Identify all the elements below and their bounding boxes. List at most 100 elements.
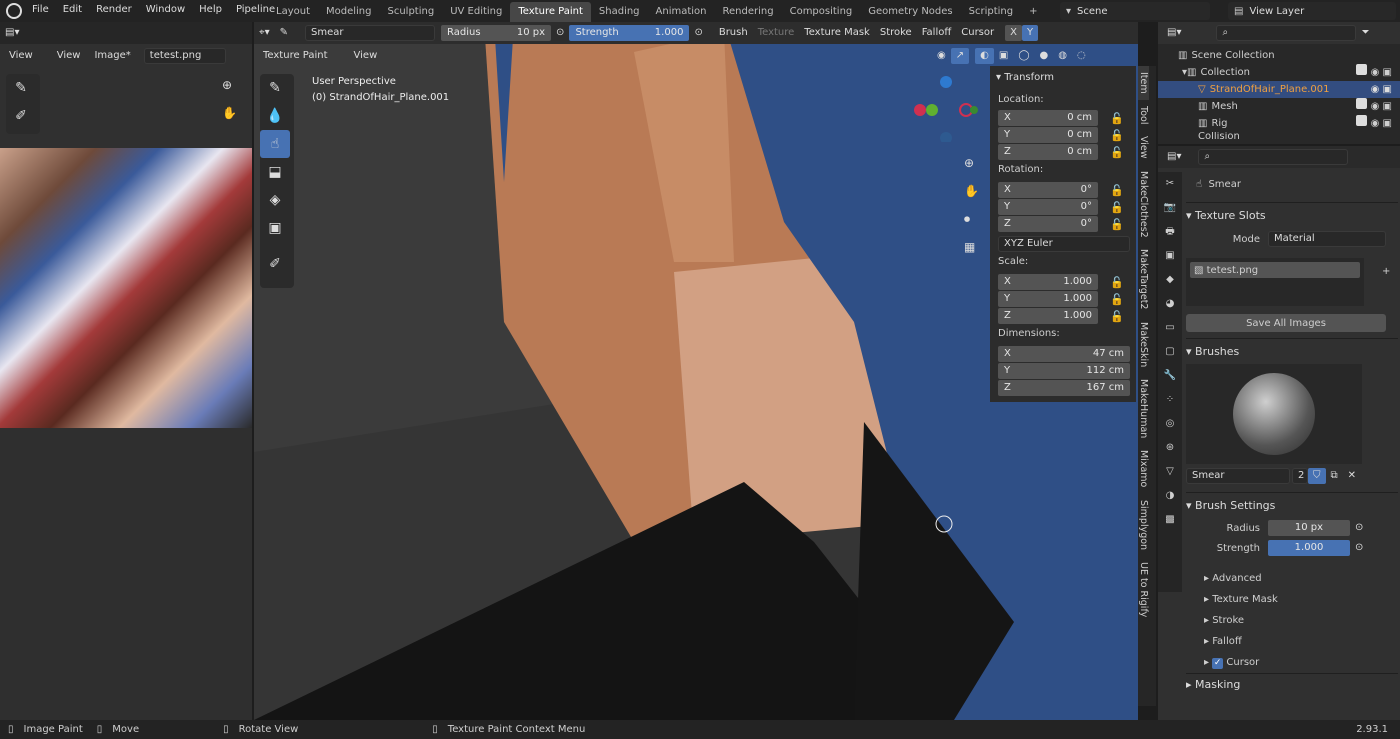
dimension-y-field[interactable]: Y 112 cm [998, 363, 1130, 379]
properties-search-input[interactable]: ⌕ [1198, 149, 1349, 165]
tab-compositing[interactable]: Compositing [782, 2, 861, 22]
add-workspace-icon[interactable]: + [1021, 2, 1045, 22]
tab-geometry-nodes[interactable]: Geometry Nodes [860, 2, 960, 22]
brush-name-field[interactable]: Smear [305, 25, 436, 41]
tab-scripting[interactable]: Scripting [961, 2, 1021, 22]
view-layer-tab-icon[interactable]: ▣ [1158, 244, 1182, 268]
gizmo-icon[interactable]: ↗ [950, 48, 970, 64]
tab-sculpting[interactable]: Sculpting [380, 2, 443, 22]
outliner-row-selected[interactable]: ▽ StrandOfHair_Plane.001 ◉ ▣ [1158, 81, 1400, 98]
brush-strength-field[interactable]: 1.000 [1268, 540, 1350, 556]
save-all-images-button[interactable]: Save All Images [1186, 314, 1386, 332]
brush-settings-header[interactable]: ▾ Brush Settings [1186, 492, 1398, 518]
brushes-header[interactable]: ▾ Brushes [1186, 338, 1398, 364]
tab-maketarget2[interactable]: MakeTarget2 [1138, 243, 1149, 315]
outliner-search-input[interactable]: ⌕ [1216, 25, 1357, 41]
tab-mixamo[interactable]: Mixamo [1138, 444, 1149, 493]
blender-logo-icon[interactable] [6, 3, 22, 19]
lock-icon[interactable]: 🔓 [1110, 146, 1124, 159]
image-name-field[interactable]: tetest.png [143, 48, 226, 64]
mode-select[interactable]: Material [1268, 231, 1386, 247]
camera-icon[interactable]: ▣ [1383, 101, 1392, 112]
annotate-tool-icon[interactable]: ✐ [260, 250, 290, 278]
brush-radius-field[interactable]: 10 px [1268, 520, 1350, 536]
lock-icon[interactable]: 🔓 [1110, 276, 1124, 289]
material-tab-icon[interactable]: ◑ [1158, 484, 1182, 508]
tab-uv-editing[interactable]: UV Editing [442, 2, 510, 22]
tab-rendering[interactable]: Rendering [715, 2, 782, 22]
lock-icon[interactable]: 🔓 [1110, 310, 1124, 323]
texture-tab-icon[interactable]: ▩ [1158, 508, 1182, 532]
texture-slot-item[interactable]: ▧ tetest.png [1190, 262, 1360, 278]
rendered-shading-icon[interactable]: ◌ [1072, 48, 1091, 64]
lock-icon[interactable]: 🔓 [1110, 184, 1124, 197]
lock-icon[interactable]: 🔓 [1110, 218, 1124, 231]
image-menu[interactable]: Image* [89, 48, 135, 64]
radius-pressure-icon[interactable]: ⊙ [551, 25, 569, 41]
camera-icon[interactable]: ▣ [1383, 118, 1392, 129]
mask-tool-icon[interactable]: ▣ [260, 214, 290, 242]
scene-selector[interactable]: ▾ Scene [1060, 2, 1210, 20]
rotation-mode-select[interactable]: XYZ Euler [998, 236, 1130, 252]
modifier-tab-icon[interactable]: 🔧 [1158, 364, 1182, 388]
cursor-menu[interactable]: Cursor [956, 25, 999, 41]
outliner-editor-type-icon[interactable]: ▤▾ [1162, 25, 1186, 41]
constraints-tab-icon[interactable]: ⊛ [1158, 436, 1182, 460]
zoom-icon[interactable]: ⊕ [222, 78, 232, 92]
location-y-field[interactable]: Y0 cm [998, 127, 1098, 143]
soften-tool-icon[interactable]: 💧 [260, 102, 290, 130]
tab-shading[interactable]: Shading [591, 2, 648, 22]
zoom-view-icon[interactable]: ⊕ [964, 150, 979, 178]
brush-menu[interactable]: Brush [714, 25, 753, 41]
solid-shading-icon[interactable]: ● [1035, 48, 1054, 64]
texture-mask-menu[interactable]: Texture Mask [799, 25, 875, 41]
annotate-icon[interactable]: ✐ [6, 102, 36, 130]
masking-header[interactable]: ▸ Masking [1186, 673, 1398, 695]
strength-pressure-icon[interactable]: ⊙ [689, 25, 707, 41]
tab-ue-to-rigify[interactable]: UE to Rigify [1138, 556, 1149, 623]
camera-icon[interactable]: ▣ [1383, 84, 1392, 95]
draw-tool-icon[interactable]: ✎ [260, 74, 290, 102]
tab-layout[interactable]: Layout [268, 2, 318, 22]
location-z-field[interactable]: Z0 cm [998, 144, 1098, 160]
eye-icon[interactable]: ◉ [1371, 67, 1380, 78]
physics-tab-icon[interactable]: ◎ [1158, 412, 1182, 436]
menu-edit[interactable]: Edit [56, 4, 89, 15]
filter-icon[interactable]: ⏷ [1356, 25, 1374, 41]
image-view-menu[interactable]: View [4, 48, 38, 64]
mirror-x-button[interactable]: X [1005, 25, 1022, 41]
scale-y-field[interactable]: Y 1.000 [998, 291, 1098, 307]
camera-icon[interactable]: ▣ [1383, 67, 1392, 78]
eye-icon[interactable]: ◉ [1371, 118, 1380, 129]
fake-user-icon[interactable]: ⛉ [1308, 468, 1326, 484]
properties-editor-type-icon[interactable]: ▤▾ [1162, 149, 1186, 165]
lock-icon[interactable]: 🔓 [1110, 293, 1124, 306]
stroke-subpanel[interactable]: ▸ Stroke [1204, 610, 1398, 631]
tab-animation[interactable]: Animation [648, 2, 715, 22]
texture-slots-header[interactable]: ▾ Texture Slots [1186, 202, 1398, 228]
navigation-gizmo[interactable] [914, 74, 978, 142]
texture-mask-subpanel[interactable]: ▸ Texture Mask [1204, 589, 1398, 610]
tab-modeling[interactable]: Modeling [318, 2, 380, 22]
strength-field[interactable]: Strength 1.000 [569, 25, 690, 41]
lock-icon[interactable]: 🔓 [1110, 112, 1124, 125]
brush-preview[interactable] [1186, 364, 1362, 464]
scale-z-field[interactable]: Z 1.000 [998, 308, 1098, 324]
stroke-menu[interactable]: Stroke [875, 25, 917, 41]
scene-tab-icon[interactable]: ◆ [1158, 268, 1182, 292]
pan-view-icon[interactable]: ✋ [964, 178, 979, 206]
scale-x-field[interactable]: X 1.000 [998, 274, 1098, 290]
tab-simplygon[interactable]: Simplygon [1138, 494, 1149, 556]
brush-name-input[interactable]: Smear [1186, 468, 1290, 484]
particles-tab-icon[interactable]: ⁘ [1158, 388, 1182, 412]
xray-icon[interactable]: ▣ [994, 48, 1013, 64]
tab-texture-paint[interactable]: Texture Paint [510, 2, 591, 22]
view-layer-selector[interactable]: ▤ View Layer [1228, 2, 1396, 20]
tab-tool[interactable]: Tool [1138, 100, 1149, 130]
pan-icon[interactable]: ✋ [222, 106, 237, 120]
checkbox-icon[interactable] [1356, 115, 1368, 126]
tab-makeclothes2[interactable]: MakeClothes2 [1138, 165, 1149, 244]
falloff-menu[interactable]: Falloff [917, 25, 957, 41]
outliner-row[interactable]: ▥ Mesh ◉ ▣ [1158, 98, 1400, 115]
data-tab-icon[interactable]: ▽ [1158, 460, 1182, 484]
